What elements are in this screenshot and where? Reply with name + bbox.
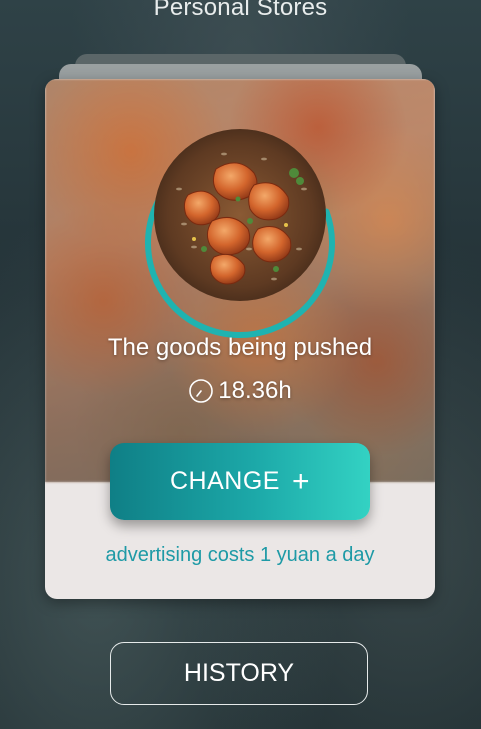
change-button[interactable]: CHANGE +: [110, 443, 370, 520]
remaining-time: 18.36h: [45, 377, 435, 405]
plus-icon: +: [291, 464, 310, 498]
history-button-label: HISTORY: [183, 659, 295, 687]
history-button[interactable]: HISTORY: [110, 642, 368, 705]
product-image[interactable]: [154, 129, 326, 301]
page-title: Personal Stores: [153, 0, 328, 21]
timer-value: 18.36h: [218, 377, 292, 404]
change-button-label: CHANGE: [170, 467, 280, 495]
advertising-cost-note: advertising costs 1 yuan a day: [105, 544, 375, 566]
clock-icon: [189, 379, 214, 403]
card-title: The goods being pushed: [107, 334, 373, 361]
promoted-goods-card: The goods being pushed 18.36h CHANGE + a…: [45, 79, 435, 599]
